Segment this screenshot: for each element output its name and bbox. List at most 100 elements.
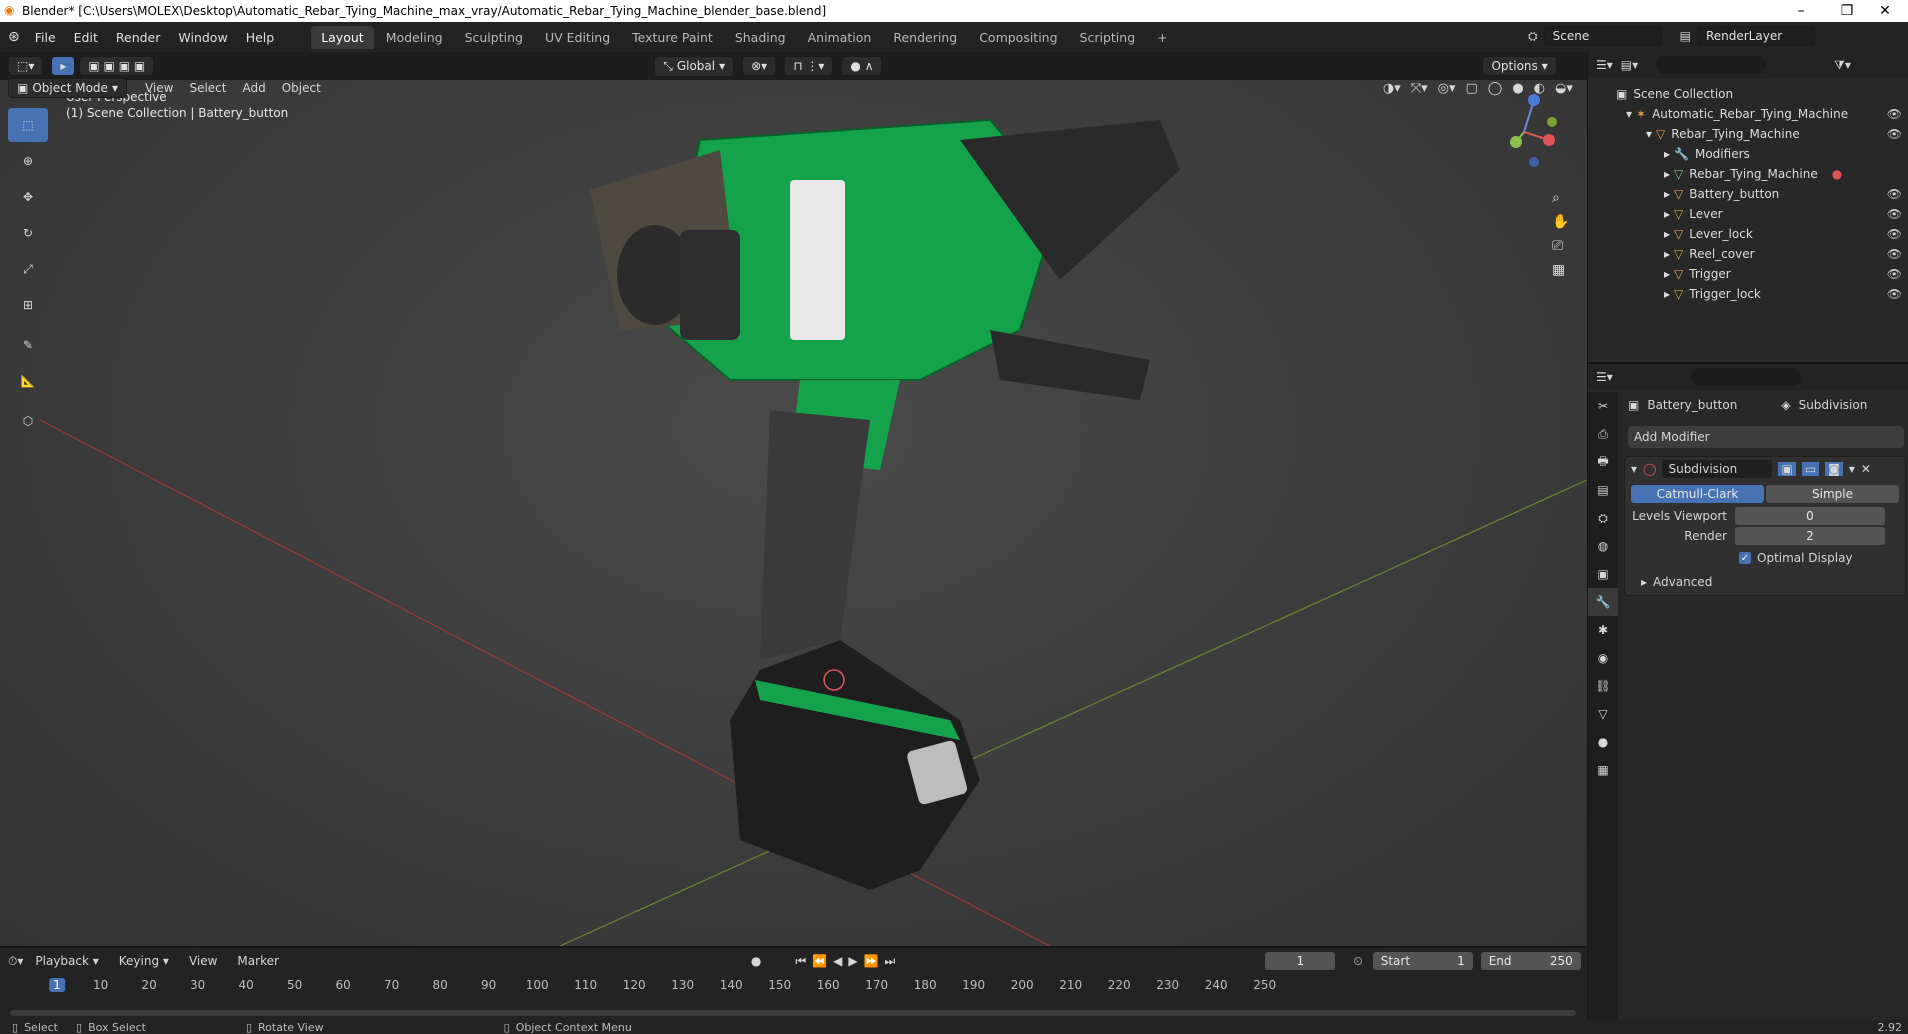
viewport-menu-object[interactable]: Object: [274, 81, 329, 95]
filter-icon[interactable]: ⧩▾: [1834, 58, 1851, 73]
menu-file[interactable]: File: [26, 30, 65, 45]
remove-modifier-icon[interactable]: ✕: [1861, 462, 1871, 476]
expand-icon[interactable]: ▸: [1664, 247, 1670, 261]
outliner-search-input[interactable]: [1656, 56, 1767, 74]
output-tab-icon[interactable]: 🖶: [1588, 448, 1618, 476]
pan-hand-icon[interactable]: ✋: [1552, 214, 1569, 230]
tab-shading[interactable]: Shading: [725, 26, 796, 49]
eye-icon[interactable]: 👁: [1887, 207, 1902, 221]
data-tab-icon[interactable]: ▽: [1588, 700, 1618, 728]
add-workspace-icon[interactable]: +: [1147, 26, 1177, 49]
timeline-scrollbar[interactable]: [10, 1010, 1576, 1016]
expand-icon[interactable]: ▾: [1646, 127, 1652, 141]
scale-tool-icon[interactable]: ⤢: [8, 252, 48, 286]
tab-texture-paint[interactable]: Texture Paint: [622, 26, 723, 49]
3d-viewport[interactable]: User Perspective (1) Scene Collection | …: [0, 80, 1587, 946]
scene-selector[interactable]: Scene: [1543, 26, 1662, 46]
options-button[interactable]: Options ▾: [1482, 56, 1557, 76]
cursor-tool-icon[interactable]: ⊕: [8, 144, 48, 178]
timeline-menu-playback[interactable]: Playback ▾: [27, 954, 106, 968]
scene-tab-icon[interactable]: ⛭: [1588, 504, 1618, 532]
editmode-toggle-icon[interactable]: ▣: [1778, 462, 1796, 476]
catmull-clark-button[interactable]: Catmull-Clark: [1631, 485, 1764, 503]
select-box-tool-icon[interactable]: ⬚: [8, 108, 48, 142]
tab-scripting[interactable]: Scripting: [1070, 26, 1146, 49]
expand-icon[interactable]: ▸: [1664, 287, 1670, 301]
expand-icon[interactable]: ▸: [1664, 227, 1670, 241]
outliner-row[interactable]: ▸ ▽ Trigger 👁: [1588, 264, 1908, 284]
select-tool-icon[interactable]: ▸: [51, 56, 76, 76]
object-mode-selector[interactable]: ▣ Object Mode ▾: [8, 78, 127, 98]
blender-menu-icon[interactable]: ⊛: [8, 29, 20, 45]
outliner-row[interactable]: ▸ ▽ Trigger_lock 👁: [1588, 284, 1908, 304]
modifier-name-input[interactable]: Subdivision: [1662, 460, 1773, 478]
texture-tab-icon[interactable]: ▦: [1588, 756, 1618, 784]
menu-help[interactable]: Help: [237, 30, 284, 45]
pivot-icon[interactable]: ⊗▾: [742, 56, 777, 76]
render-tab-icon[interactable]: ⎙: [1588, 420, 1618, 448]
eye-icon[interactable]: 👁: [1887, 267, 1902, 281]
outliner-row[interactable]: ▸ ▽ Reel_cover 👁: [1588, 244, 1908, 264]
rotate-tool-icon[interactable]: ↻: [8, 216, 48, 250]
menu-edit[interactable]: Edit: [65, 30, 107, 45]
tab-layout[interactable]: Layout: [311, 25, 374, 49]
shading-material-icon[interactable]: ◐: [1534, 81, 1545, 96]
object-tab-icon[interactable]: ▣: [1588, 560, 1618, 588]
end-frame-field[interactable]: End 250: [1480, 952, 1581, 970]
outliner-row[interactable]: ▾ ▽ Rebar_Tying_Machine 👁: [1588, 124, 1908, 144]
viewport-menu-add[interactable]: Add: [234, 81, 273, 95]
view-layer-tab-icon[interactable]: ▤: [1588, 476, 1618, 504]
overlay-icon[interactable]: ◎▾: [1438, 81, 1456, 96]
outliner-editor-icon[interactable]: ☰▾: [1596, 58, 1613, 72]
zoom-icon[interactable]: ⌕: [1552, 190, 1569, 206]
gizmo-icon[interactable]: ⤧▾: [1411, 81, 1428, 96]
tab-uv-editing[interactable]: UV Editing: [535, 26, 620, 49]
outliner-row[interactable]: ▸ ▽ Rebar_Tying_Machine ●: [1588, 164, 1908, 184]
outliner-row-scene-collection[interactable]: ▣ Scene Collection: [1588, 84, 1908, 104]
expand-icon[interactable]: ▾: [1626, 107, 1632, 121]
properties-editor-icon[interactable]: ☰▾: [1596, 370, 1613, 384]
timeline-editor-icon[interactable]: ⏱▾: [8, 954, 23, 969]
viewport-toggle-icon[interactable]: ▭: [1801, 462, 1820, 476]
world-tab-icon[interactable]: ◍: [1588, 532, 1618, 560]
shading-rendered-icon[interactable]: ◒▾: [1555, 81, 1573, 96]
optimal-display-checkbox[interactable]: ✓: [1739, 552, 1751, 564]
tab-compositing[interactable]: Compositing: [969, 26, 1067, 49]
modifier-tab-icon[interactable]: 🔧: [1588, 588, 1618, 616]
dropdown-icon[interactable]: ▾: [1849, 462, 1855, 476]
outliner-row[interactable]: ▸ ▽ Lever_lock 👁: [1588, 224, 1908, 244]
grid-icon[interactable]: ▦: [1552, 262, 1569, 278]
menu-window[interactable]: Window: [169, 30, 236, 45]
viewport-menu-select[interactable]: Select: [181, 81, 234, 95]
eye-icon[interactable]: 👁: [1887, 127, 1902, 141]
menu-render[interactable]: Render: [107, 30, 170, 45]
add-modifier-button[interactable]: Add Modifier: [1628, 426, 1904, 448]
measure-tool-icon[interactable]: 📐: [8, 364, 48, 398]
expand-icon[interactable]: ▸: [1664, 267, 1670, 281]
properties-search-input[interactable]: [1690, 368, 1801, 386]
outliner-row[interactable]: ▸ 🔧 Modifiers: [1588, 144, 1908, 164]
viewport-menu-view[interactable]: View: [137, 81, 181, 95]
eye-icon[interactable]: 👁: [1887, 287, 1902, 301]
material-tab-icon[interactable]: ●: [1588, 728, 1618, 756]
display-mode-icon[interactable]: ▤▾: [1621, 58, 1638, 72]
move-tool-icon[interactable]: ✥: [8, 180, 48, 214]
expand-icon[interactable]: ▸: [1664, 207, 1670, 221]
constraints-tab-icon[interactable]: ⛓: [1588, 672, 1618, 700]
outliner-row[interactable]: ▾ ✶ Automatic_Rebar_Tying_Machine 👁: [1588, 104, 1908, 124]
tab-animation[interactable]: Animation: [798, 26, 882, 49]
xray-icon[interactable]: ▢: [1466, 81, 1478, 96]
add-cube-tool-icon[interactable]: ⬡: [8, 404, 48, 438]
expand-icon[interactable]: ▸: [1664, 167, 1670, 181]
expand-icon[interactable]: ▸: [1664, 187, 1670, 201]
snap-icon[interactable]: ⊓ ⋮▾: [784, 56, 834, 76]
timeline-menu-view[interactable]: View: [181, 954, 225, 968]
timeline-menu-keying[interactable]: Keying ▾: [111, 954, 177, 968]
eye-icon[interactable]: 👁: [1887, 247, 1902, 261]
render-toggle-icon[interactable]: ◙: [1825, 462, 1843, 476]
tool-tab-icon[interactable]: ✂: [1588, 392, 1618, 420]
close-icon[interactable]: ✕: [1862, 0, 1908, 22]
tab-modeling[interactable]: Modeling: [376, 26, 453, 49]
playback-controls-icon[interactable]: ⏮⏪◀▶⏩⏭: [795, 954, 901, 969]
tab-rendering[interactable]: Rendering: [883, 26, 967, 49]
